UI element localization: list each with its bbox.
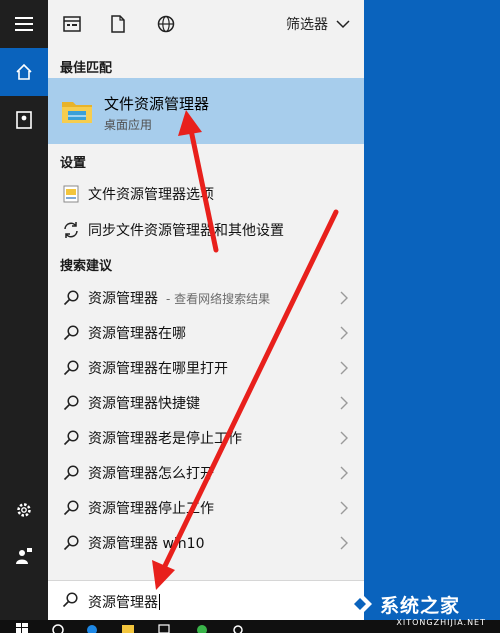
search-icon bbox=[63, 290, 79, 306]
store-icon[interactable] bbox=[158, 623, 170, 633]
suggestion-label: 资源管理器快捷键 bbox=[88, 396, 200, 412]
site-watermark: 系统之家 XITONGZHIJIA.NET bbox=[346, 583, 492, 627]
search-icon bbox=[63, 325, 79, 341]
suggestion-label: 资源管理器在哪 bbox=[88, 326, 186, 342]
sync-icon bbox=[64, 222, 78, 238]
feedback-button[interactable] bbox=[0, 532, 48, 580]
file-explorer-icon bbox=[62, 102, 92, 123]
folder-options-icon bbox=[63, 185, 79, 203]
best-match-heading: 最佳匹配 bbox=[60, 61, 113, 76]
app-gear-icon[interactable] bbox=[232, 623, 244, 633]
settings-heading: 设置 bbox=[60, 156, 87, 171]
suggestion-label: 资源管理器在哪里打开 bbox=[88, 361, 228, 377]
search-icon bbox=[63, 395, 79, 411]
suggestion-label: 资源管理器停止工作 bbox=[88, 501, 214, 517]
suggestion-label: 资源管理器老是停止工作 bbox=[88, 431, 242, 447]
search-icon bbox=[63, 500, 79, 516]
file-explorer-taskbar-icon[interactable] bbox=[122, 623, 134, 633]
chevron-right-icon bbox=[340, 431, 348, 445]
settings-item-label: 同步文件资源管理器和其他设置 bbox=[88, 223, 284, 239]
suggestion-label: 资源管理器 win10 bbox=[88, 536, 205, 552]
watermark-name: 系统之家 bbox=[380, 594, 461, 617]
chevron-down-icon bbox=[336, 19, 350, 28]
search-input[interactable]: 资源管理器 bbox=[88, 592, 160, 612]
chevron-right-icon bbox=[340, 536, 348, 550]
start-left-rail bbox=[0, 0, 48, 620]
menu-button[interactable] bbox=[0, 0, 48, 48]
web-filter-button[interactable] bbox=[154, 12, 178, 36]
apps-filter-button[interactable] bbox=[60, 12, 84, 36]
suggestion-item[interactable]: 资源管理器在哪 bbox=[48, 315, 364, 351]
user-feedback-icon bbox=[16, 548, 32, 564]
chevron-right-icon bbox=[340, 396, 348, 410]
suggestion-item[interactable]: 资源管理器怎么打开 bbox=[48, 455, 364, 491]
settings-button[interactable] bbox=[0, 486, 48, 534]
suggestion-item[interactable]: 资源管理器老是停止工作 bbox=[48, 420, 364, 456]
search-query: 资源管理器 bbox=[88, 595, 158, 611]
search-suggestions-heading: 搜索建议 bbox=[60, 259, 113, 274]
notebook-icon bbox=[16, 111, 32, 129]
settings-item-sync[interactable]: 同步文件资源管理器和其他设置 bbox=[48, 212, 364, 248]
watermark-site: XITONGZHIJIA.NET bbox=[396, 618, 486, 627]
search-results-panel: 筛选器 最佳匹配 文件资源管理器 桌面应用 设置 文件资源管理器选项 同步文件资… bbox=[48, 0, 364, 620]
search-icon bbox=[62, 592, 78, 608]
web-icon bbox=[157, 15, 175, 33]
suggestion-item[interactable]: 资源管理器 win10 bbox=[48, 525, 364, 561]
hamburger-icon bbox=[15, 17, 33, 31]
home-button[interactable] bbox=[0, 48, 48, 96]
suggestion-label: 资源管理器怎么打开 bbox=[88, 466, 214, 482]
windows-logo-icon[interactable] bbox=[16, 623, 28, 633]
best-match-subtitle: 桌面应用 bbox=[104, 118, 153, 132]
chevron-right-icon bbox=[340, 291, 348, 305]
settings-icon bbox=[17, 503, 31, 517]
filter-dropdown[interactable]: 筛选器 bbox=[286, 14, 350, 34]
suggestion-hint: - 查看网络搜索结果 bbox=[166, 291, 271, 306]
notebook-button[interactable] bbox=[0, 96, 48, 144]
best-match-title: 文件资源管理器 bbox=[104, 95, 210, 113]
documents-filter-button[interactable] bbox=[106, 12, 130, 36]
settings-item-label: 文件资源管理器选项 bbox=[88, 187, 214, 203]
home-icon bbox=[16, 63, 32, 80]
chevron-right-icon bbox=[340, 361, 348, 375]
documents-icon bbox=[111, 15, 125, 33]
settings-item-folder-options[interactable]: 文件资源管理器选项 bbox=[48, 176, 364, 212]
suggestion-item[interactable]: 资源管理器停止工作 bbox=[48, 490, 364, 526]
chevron-right-icon bbox=[340, 501, 348, 515]
suggestion-item[interactable]: 资源管理器在哪里打开 bbox=[48, 350, 364, 386]
best-match-result[interactable]: 文件资源管理器 桌面应用 bbox=[48, 78, 364, 144]
edge-icon[interactable] bbox=[86, 623, 98, 633]
suggestion-label: 资源管理器 bbox=[88, 291, 158, 307]
search-icon bbox=[63, 465, 79, 481]
search-toolbar: 筛选器 bbox=[48, 0, 364, 48]
cortana-icon[interactable] bbox=[52, 623, 64, 633]
app-green-icon[interactable] bbox=[196, 623, 208, 633]
text-caret bbox=[159, 594, 160, 610]
suggestion-item[interactable]: 资源管理器 - 查看网络搜索结果 bbox=[48, 280, 364, 316]
suggestion-item[interactable]: 资源管理器快捷键 bbox=[48, 385, 364, 421]
filter-label: 筛选器 bbox=[286, 17, 328, 33]
chevron-right-icon bbox=[340, 326, 348, 340]
search-icon bbox=[63, 430, 79, 446]
search-icon bbox=[63, 360, 79, 376]
apps-icon bbox=[63, 16, 81, 32]
search-icon bbox=[63, 535, 79, 551]
taskbar-search-box[interactable]: 资源管理器 bbox=[48, 580, 364, 620]
watermark-logo-icon bbox=[348, 592, 372, 616]
chevron-right-icon bbox=[340, 466, 348, 480]
